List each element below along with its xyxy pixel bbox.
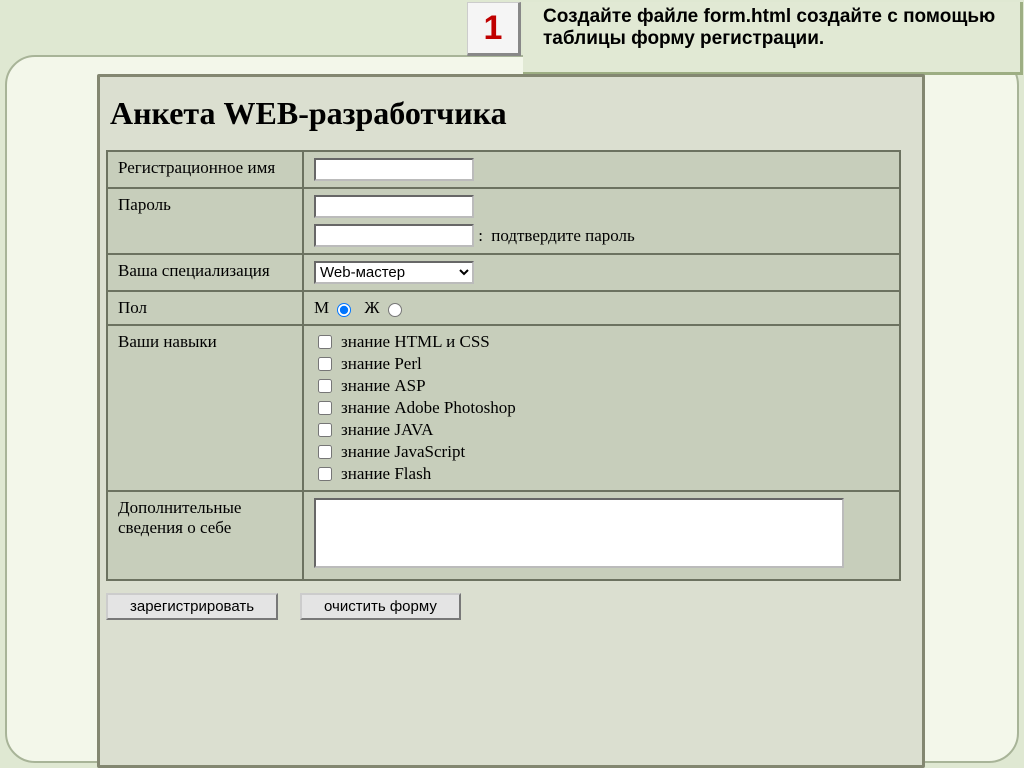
cell-password: : подтвердите пароль — [303, 188, 900, 254]
skill-label: знание JAVA — [341, 420, 433, 440]
confirm-password-label: подтвердите пароль — [491, 226, 635, 246]
skill-checkbox[interactable] — [318, 467, 332, 481]
password-input[interactable] — [314, 195, 474, 218]
skill-label: знание Adobe Photoshop — [341, 398, 516, 418]
skill-label: знание ASP — [341, 376, 426, 396]
form-panel: Анкета WEB-разработчика Регистрационное … — [97, 74, 925, 768]
extra-textarea[interactable] — [314, 498, 844, 568]
skill-checkbox[interactable] — [318, 335, 332, 349]
cell-gender: М Ж — [303, 291, 900, 325]
label-gender: Пол — [107, 291, 303, 325]
label-spec: Ваша специализация — [107, 254, 303, 291]
submit-button[interactable]: зарегистрировать — [106, 593, 278, 620]
list-item: знание HTML и CSS — [314, 332, 889, 352]
list-item: знание Adobe Photoshop — [314, 398, 889, 418]
gender-f-radio[interactable] — [388, 303, 402, 317]
skill-checkbox[interactable] — [318, 401, 332, 415]
list-item: знание Perl — [314, 354, 889, 374]
gender-m-label: М — [314, 298, 329, 318]
table-row: Дополнительные сведения о себе — [107, 491, 900, 580]
skill-label: знание HTML и CSS — [341, 332, 490, 352]
gender-f-label: Ж — [364, 298, 379, 318]
list-item: знание ASP — [314, 376, 889, 396]
reset-button[interactable]: очистить форму — [300, 593, 461, 620]
table-row: Ваши навыки знание HTML и CSS знание Per… — [107, 325, 900, 491]
label-extra: Дополнительные сведения о себе — [107, 491, 303, 580]
skill-checkbox[interactable] — [318, 357, 332, 371]
table-row: Регистрационное имя — [107, 151, 900, 188]
table-row: Ваша специализация Web-мастер — [107, 254, 900, 291]
skill-label: знание Perl — [341, 354, 422, 374]
skills-list: знание HTML и CSS знание Perl знание ASP… — [314, 332, 889, 484]
button-row: зарегистрировать очистить форму — [106, 593, 922, 620]
label-password: Пароль — [107, 188, 303, 254]
skill-checkbox[interactable] — [318, 423, 332, 437]
label-skills: Ваши навыки — [107, 325, 303, 491]
task-number: 1 — [484, 9, 503, 48]
instruction-box: Создайте файле form.html создайте с помо… — [523, 2, 1023, 75]
cell-extra — [303, 491, 900, 580]
skill-label: знание Flash — [341, 464, 431, 484]
spec-select[interactable]: Web-мастер — [314, 261, 474, 284]
skill-label: знание JavaScript — [341, 442, 465, 462]
list-item: знание JavaScript — [314, 442, 889, 462]
skill-checkbox[interactable] — [318, 379, 332, 393]
label-reg-name: Регистрационное имя — [107, 151, 303, 188]
cell-reg-name — [303, 151, 900, 188]
table-row: Пол М Ж — [107, 291, 900, 325]
instruction-text: Создайте файле form.html создайте с помо… — [543, 6, 995, 49]
reg-name-input[interactable] — [314, 158, 474, 181]
table-row: Пароль : подтвердите пароль — [107, 188, 900, 254]
form-table: Регистрационное имя Пароль : подтвердите… — [106, 150, 901, 581]
form-title: Анкета WEB-разработчика — [110, 95, 922, 132]
confirm-password-input[interactable] — [314, 224, 474, 247]
list-item: знание Flash — [314, 464, 889, 484]
list-item: знание JAVA — [314, 420, 889, 440]
cell-skills: знание HTML и CSS знание Perl знание ASP… — [303, 325, 900, 491]
cell-spec: Web-мастер — [303, 254, 900, 291]
gender-m-radio[interactable] — [337, 303, 351, 317]
skill-checkbox[interactable] — [318, 445, 332, 459]
task-number-badge: 1 — [467, 2, 521, 56]
